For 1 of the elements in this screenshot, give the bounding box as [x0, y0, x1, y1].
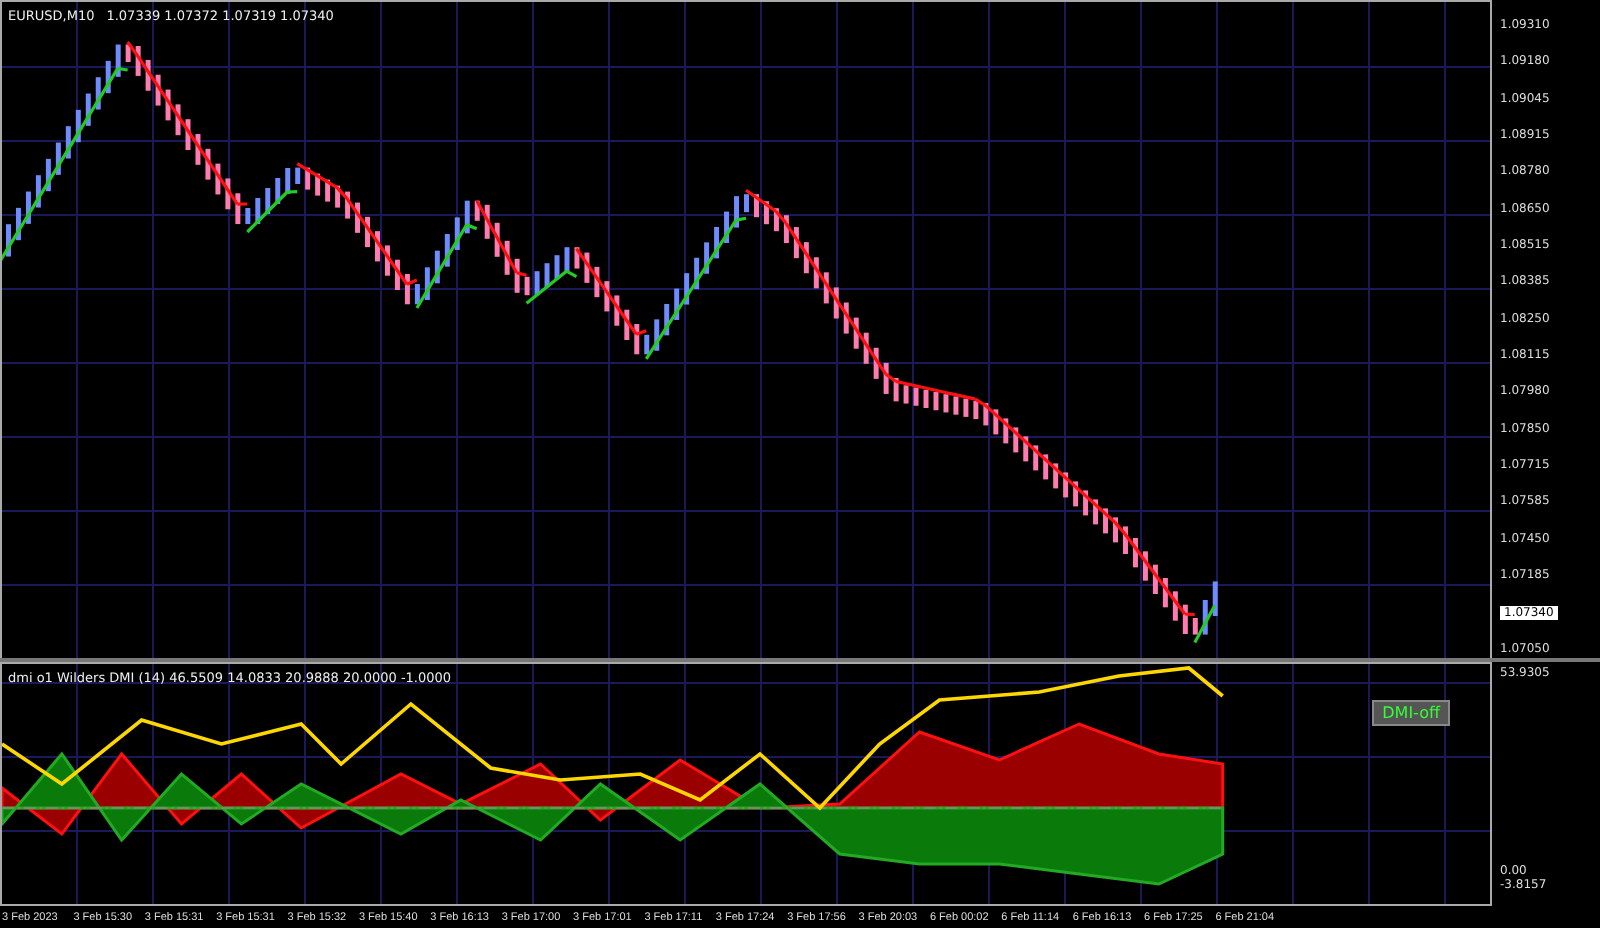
dmi-off-button[interactable]: DMI-off: [1372, 700, 1450, 726]
